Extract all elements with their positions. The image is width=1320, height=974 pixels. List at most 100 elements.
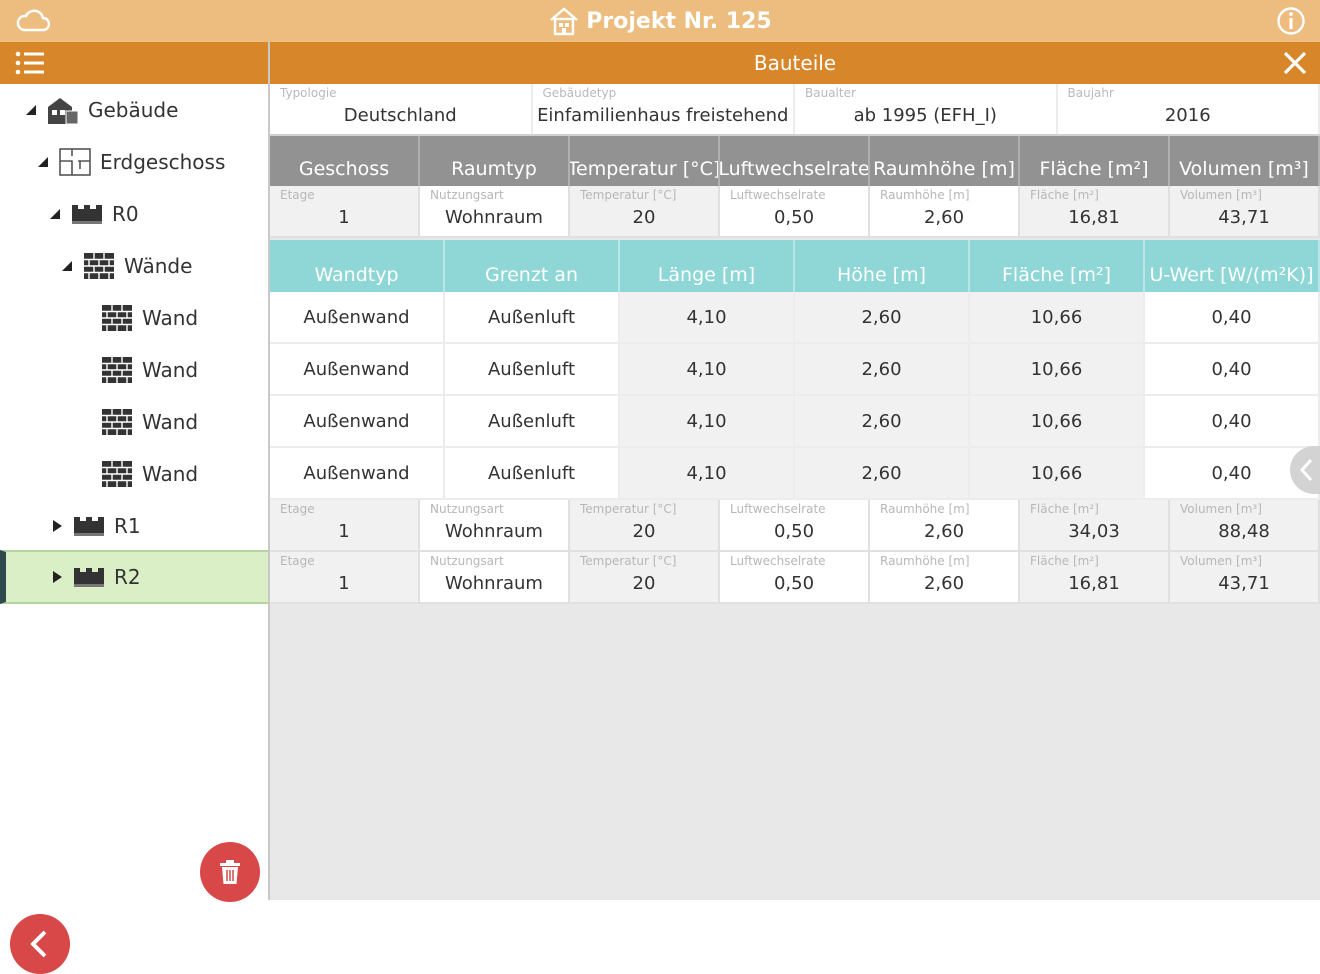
temperatur-cell[interactable]: Temperatur [°C]20	[570, 552, 720, 602]
column-header[interactable]: Wandtyp	[270, 240, 445, 292]
hoehe-cell[interactable]: 2,60	[795, 448, 970, 498]
column-header[interactable]: Fläche [m²]	[970, 240, 1145, 292]
u-wert-cell[interactable]: 0,40	[1145, 396, 1320, 446]
etage-cell[interactable]: Etage1	[270, 186, 420, 236]
column-header[interactable]: Raumtyp	[420, 136, 570, 186]
nutzungsart-cell[interactable]: NutzungsartWohnraum	[420, 186, 570, 236]
wandtyp-cell[interactable]: Außenwand	[270, 448, 445, 498]
field-value: Einfamilienhaus freistehend	[533, 105, 794, 126]
brick-wall-icon	[100, 303, 134, 333]
grenzt-an-cell[interactable]: Außenluft	[445, 396, 620, 446]
grenzt-an-cell[interactable]: Außenluft	[445, 344, 620, 394]
hoehe-cell[interactable]: 2,60	[795, 292, 970, 342]
laenge-cell[interactable]: 4,10	[620, 448, 795, 498]
luftwechselrate-cell[interactable]: Luftwechselrate0,50	[720, 500, 870, 550]
gebaeudetyp-field[interactable]: Gebäudetyp Einfamilienhaus freistehend	[533, 84, 796, 134]
expanded-arrow-icon[interactable]	[24, 103, 38, 117]
luftwechselrate-cell[interactable]: Luftwechselrate0,50	[720, 552, 870, 602]
raumhoehe-cell[interactable]: Raumhöhe [m]2,60	[870, 500, 1020, 550]
field-label: Volumen [m³]	[1180, 502, 1262, 516]
column-header[interactable]: Luftwechselrate	[720, 136, 870, 186]
field-label: Luftwechselrate	[730, 502, 826, 516]
cell-value: 0,50	[720, 207, 868, 228]
wall-table-header: Wandtyp Grenzt an Länge [m] Höhe [m] Flä…	[270, 240, 1320, 292]
expanded-arrow-icon[interactable]	[60, 259, 74, 273]
room-row[interactable]: Etage1 NutzungsartWohnraum Temperatur [°…	[270, 552, 1320, 604]
flaeche-cell: 10,66	[970, 292, 1145, 342]
wandtyp-cell[interactable]: Außenwand	[270, 292, 445, 342]
baujahr-field[interactable]: Baujahr 2016	[1058, 84, 1320, 134]
cell-value: 88,48	[1170, 521, 1318, 542]
room-icon	[70, 199, 104, 229]
field-label: Nutzungsart	[430, 554, 504, 568]
field-value: 2016	[1058, 105, 1319, 126]
typologie-field[interactable]: Typologie Deutschland	[270, 84, 533, 134]
trash-icon	[217, 858, 243, 886]
etage-cell[interactable]: Etage1	[270, 552, 420, 602]
expanded-arrow-icon[interactable]	[48, 207, 62, 221]
column-header[interactable]: Fläche [m²]	[1020, 136, 1170, 186]
tree-item-r1[interactable]: R1	[0, 500, 268, 552]
cell-value: 34,03	[1020, 521, 1168, 542]
nutzungsart-cell[interactable]: NutzungsartWohnraum	[420, 500, 570, 550]
tree-item-erdgeschoss[interactable]: Erdgeschoss	[0, 136, 268, 188]
laenge-cell[interactable]: 4,10	[620, 292, 795, 342]
tree-item-wand[interactable]: Wand	[0, 448, 268, 500]
volumen-cell: Volumen [m³]43,71	[1170, 186, 1320, 236]
room-row[interactable]: Etage1 NutzungsartWohnraum Temperatur [°…	[270, 500, 1320, 552]
tree-item-label: R0	[112, 202, 139, 226]
u-wert-cell[interactable]: 0,40	[1145, 292, 1320, 342]
temperatur-cell[interactable]: Temperatur [°C]20	[570, 186, 720, 236]
etage-cell[interactable]: Etage1	[270, 500, 420, 550]
floor-plan-icon	[58, 147, 92, 177]
raumhoehe-cell[interactable]: Raumhöhe [m]2,60	[870, 552, 1020, 602]
grenzt-an-cell[interactable]: Außenluft	[445, 448, 620, 498]
tree-item-r0[interactable]: R0	[0, 188, 268, 240]
raumhoehe-cell[interactable]: Raumhöhe [m]2,60	[870, 186, 1020, 236]
u-wert-cell[interactable]: 0,40	[1145, 344, 1320, 394]
baualter-field[interactable]: Baualter ab 1995 (EFH_I)	[795, 84, 1058, 134]
column-header[interactable]: Temperatur [°C]	[570, 136, 720, 186]
tree-item-r2[interactable]: R2	[0, 550, 268, 604]
delete-button[interactable]	[200, 842, 260, 902]
room-row[interactable]: Etage1 NutzungsartWohnraum Temperatur [°…	[270, 186, 1320, 238]
back-button[interactable]	[10, 914, 70, 974]
column-header[interactable]: Länge [m]	[620, 240, 795, 292]
cell-value: 43,71	[1170, 207, 1318, 228]
info-icon[interactable]	[1276, 6, 1306, 36]
wall-row[interactable]: Außenwand Außenluft 4,10 2,60 10,66 0,40	[270, 344, 1320, 396]
tree-item-wand[interactable]: Wand	[0, 396, 268, 448]
column-header[interactable]: U-Wert [W/(m²K)]	[1145, 240, 1320, 292]
grenzt-an-cell[interactable]: Außenluft	[445, 292, 620, 342]
tree-item-label: Wand	[142, 358, 198, 382]
tree-item-waende[interactable]: Wände	[0, 240, 268, 292]
luftwechselrate-cell[interactable]: Luftwechselrate0,50	[720, 186, 870, 236]
laenge-cell[interactable]: 4,10	[620, 396, 795, 446]
tree-toolbar	[0, 42, 268, 84]
field-label: Raumhöhe [m]	[880, 554, 970, 568]
laenge-cell[interactable]: 4,10	[620, 344, 795, 394]
column-header[interactable]: Raumhöhe [m]	[870, 136, 1020, 186]
wall-row[interactable]: Außenwand Außenluft 4,10 2,60 10,66 0,40	[270, 292, 1320, 344]
hoehe-cell[interactable]: 2,60	[795, 396, 970, 446]
column-header[interactable]: Volumen [m³]	[1170, 136, 1320, 186]
tree-item-wand[interactable]: Wand	[0, 292, 268, 344]
menu-list-icon[interactable]	[14, 50, 46, 76]
close-icon[interactable]	[1282, 50, 1308, 76]
expanded-arrow-icon[interactable]	[36, 155, 50, 169]
wandtyp-cell[interactable]: Außenwand	[270, 344, 445, 394]
column-header[interactable]: Grenzt an	[445, 240, 620, 292]
tree-item-gebaeude[interactable]: Gebäude	[0, 84, 268, 136]
tree-item-label: Wand	[142, 410, 198, 434]
wall-row[interactable]: Außenwand Außenluft 4,10 2,60 10,66 0,40	[270, 448, 1320, 500]
hoehe-cell[interactable]: 2,60	[795, 344, 970, 394]
wall-row[interactable]: Außenwand Außenluft 4,10 2,60 10,66 0,40	[270, 396, 1320, 448]
wandtyp-cell[interactable]: Außenwand	[270, 396, 445, 446]
tree-item-wand[interactable]: Wand	[0, 344, 268, 396]
collapsed-arrow-icon[interactable]	[50, 519, 64, 533]
temperatur-cell[interactable]: Temperatur [°C]20	[570, 500, 720, 550]
column-header[interactable]: Geschoss	[270, 136, 420, 186]
collapsed-arrow-icon[interactable]	[50, 570, 64, 584]
nutzungsart-cell[interactable]: NutzungsartWohnraum	[420, 552, 570, 602]
column-header[interactable]: Höhe [m]	[795, 240, 970, 292]
